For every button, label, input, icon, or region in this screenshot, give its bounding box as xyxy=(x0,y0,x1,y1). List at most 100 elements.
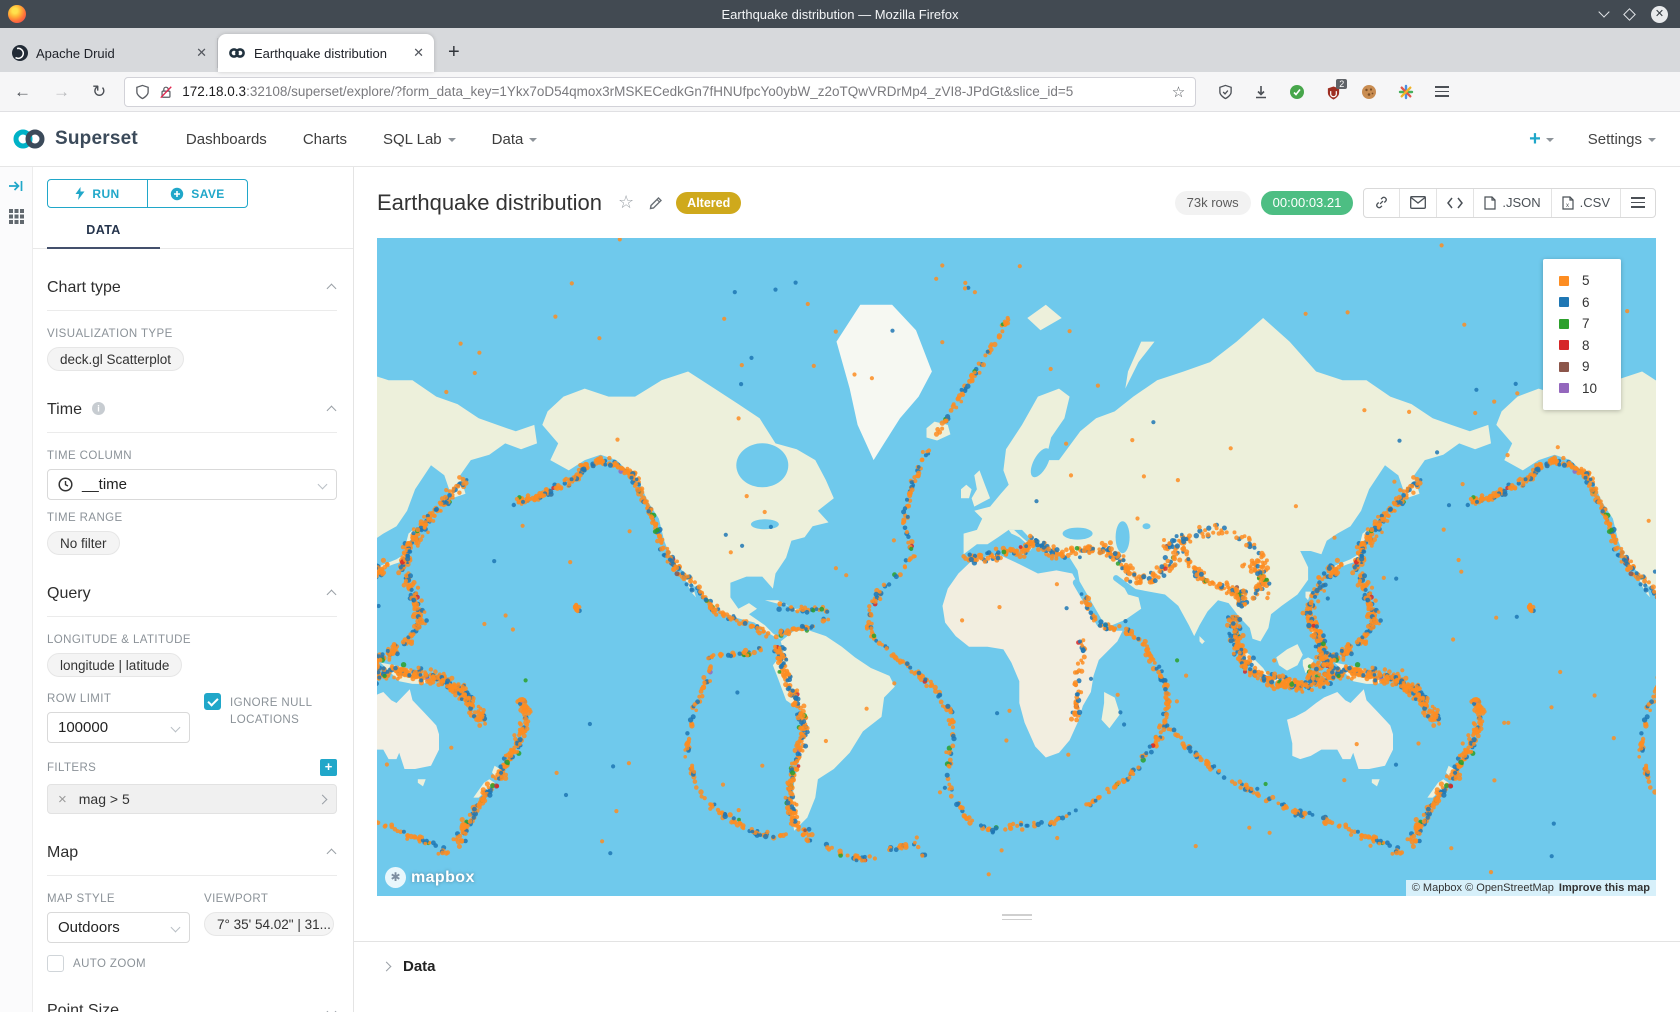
code-icon xyxy=(1447,197,1463,209)
resize-handle[interactable] xyxy=(1002,914,1032,920)
svg-text:x: x xyxy=(1566,203,1569,209)
extension-green-icon[interactable] xyxy=(1289,84,1305,100)
window-titlebar: Earthquake distribution — Mozilla Firefo… xyxy=(0,0,1680,28)
expand-panel-icon[interactable] xyxy=(8,179,24,193)
file-icon: x xyxy=(1562,196,1574,210)
tab-apache-druid[interactable]: Apache Druid ✕ xyxy=(2,38,218,68)
query-timer-badge: 00:00:03.21 xyxy=(1261,191,1354,215)
nav-dashboards[interactable]: Dashboards xyxy=(186,131,267,148)
legend-swatch xyxy=(1559,362,1569,372)
altered-badge[interactable]: Altered xyxy=(676,192,741,214)
auto-zoom-label: AUTO ZOOM xyxy=(73,958,146,970)
row-limit-label: ROW LIMIT xyxy=(47,693,204,705)
section-time[interactable]: Time i xyxy=(47,371,337,433)
map-attribution: © Mapbox © OpenStreetMap Improve this ma… xyxy=(1406,880,1656,896)
email-button[interactable] xyxy=(1400,189,1437,217)
remove-filter-icon[interactable]: × xyxy=(58,791,67,808)
dataset-grid-icon[interactable] xyxy=(9,209,24,224)
legend-label: 9 xyxy=(1582,359,1590,374)
tab-data[interactable]: DATA xyxy=(47,223,160,249)
browser-tabbar: Apache Druid ✕ Earthquake distribution ✕… xyxy=(0,28,1680,72)
downloads-icon[interactable] xyxy=(1254,85,1268,99)
filters-label: FILTERS xyxy=(47,762,96,774)
pinwheel-extension-icon[interactable] xyxy=(1398,84,1414,100)
superset-navbar: Superset Dashboards Charts SQL Lab Data … xyxy=(0,112,1680,167)
copy-link-button[interactable] xyxy=(1364,189,1400,217)
collapse-strip xyxy=(0,167,33,1012)
improve-map-link[interactable]: Improve this map xyxy=(1559,882,1650,894)
tab-close-icon[interactable]: ✕ xyxy=(196,45,207,61)
forward-button[interactable]: → xyxy=(53,82,70,102)
time-range-value[interactable]: No filter xyxy=(47,531,120,555)
reload-button[interactable]: ↻ xyxy=(92,82,106,102)
save-button[interactable]: SAVE xyxy=(148,180,247,207)
mapbox-logo[interactable]: ✱ mapbox xyxy=(385,867,475,888)
filter-chip[interactable]: × mag > 5 xyxy=(47,784,337,814)
url-field[interactable]: 172.18.0.3:32108/superset/explore/?form_… xyxy=(124,77,1196,107)
window-maximize-icon[interactable] xyxy=(1623,8,1636,21)
chevron-right-icon xyxy=(318,794,328,804)
tab-close-icon[interactable]: ✕ xyxy=(413,45,424,61)
druid-favicon xyxy=(12,45,28,61)
legend-swatch xyxy=(1559,340,1569,350)
time-column-select[interactable]: __time xyxy=(47,469,337,500)
section-point-size[interactable]: Point Size xyxy=(47,972,337,1012)
embed-code-button[interactable] xyxy=(1437,189,1474,217)
map-style-select[interactable]: Outdoors xyxy=(47,912,190,943)
ublock-badge: 2 xyxy=(1336,79,1347,89)
export-json-button[interactable]: .JSON xyxy=(1474,189,1551,217)
export-csv-button[interactable]: x .CSV xyxy=(1552,189,1621,217)
map-style-label: MAP STYLE xyxy=(47,893,204,905)
chevron-up-icon xyxy=(327,848,337,858)
mapbox-wordmark: mapbox xyxy=(411,869,475,887)
envelope-icon xyxy=(1410,196,1426,209)
section-chart-type[interactable]: Chart type xyxy=(47,249,337,311)
ignore-null-row[interactable]: IGNORE NULL LOCATIONS xyxy=(204,693,337,729)
auto-zoom-row[interactable]: AUTO ZOOM xyxy=(47,955,337,972)
data-collapse-label: Data xyxy=(403,958,436,975)
chart-menu-button[interactable] xyxy=(1621,189,1655,217)
lonlat-value[interactable]: longitude | latitude xyxy=(47,653,182,677)
ublock-icon[interactable]: 2 xyxy=(1326,85,1340,99)
map-container[interactable]: 5678910 ✱ mapbox © Mapbox © OpenStreetMa… xyxy=(377,238,1656,896)
insecure-lock-icon[interactable] xyxy=(159,84,173,100)
new-tab-button[interactable]: + xyxy=(448,41,460,64)
chevron-up-icon xyxy=(327,405,337,415)
row-limit-select[interactable]: 100000 xyxy=(47,712,190,743)
superset-logo[interactable]: Superset xyxy=(11,126,138,152)
section-map[interactable]: Map xyxy=(47,814,337,876)
bookmark-star-icon[interactable]: ☆ xyxy=(1172,83,1185,101)
nav-charts[interactable]: Charts xyxy=(303,131,347,148)
attribution-text[interactable]: © Mapbox © OpenStreetMap xyxy=(1412,882,1554,894)
data-collapse-row[interactable]: Data xyxy=(383,958,1680,975)
url-text[interactable]: 172.18.0.3:32108/superset/explore/?form_… xyxy=(182,84,1163,99)
section-query[interactable]: Query xyxy=(47,555,337,617)
filter-expression: mag > 5 xyxy=(79,791,130,807)
cookie-extension-icon[interactable] xyxy=(1361,84,1377,100)
viewport-value[interactable]: 7° 35' 54.02" | 31... xyxy=(204,912,334,936)
permissions-shield-icon[interactable] xyxy=(135,84,150,100)
legend-item: 8 xyxy=(1559,337,1621,354)
settings-menu[interactable]: Settings xyxy=(1588,131,1656,148)
ignore-null-checkbox[interactable] xyxy=(204,693,221,710)
viz-type-value[interactable]: deck.gl Scatterplot xyxy=(47,347,184,371)
favorite-star-icon[interactable]: ☆ xyxy=(618,192,634,213)
window-close-icon[interactable]: ✕ xyxy=(1651,6,1668,23)
tab-earthquake-distribution[interactable]: Earthquake distribution ✕ xyxy=(218,34,434,72)
add-new-button[interactable]: + xyxy=(1529,128,1554,151)
edit-properties-icon[interactable] xyxy=(648,195,664,211)
nav-sql-lab[interactable]: SQL Lab xyxy=(383,131,456,148)
back-button[interactable]: ← xyxy=(14,82,31,102)
browser-menu-icon[interactable] xyxy=(1435,86,1449,97)
auto-zoom-checkbox[interactable] xyxy=(47,955,64,972)
nav-data[interactable]: Data xyxy=(492,131,538,148)
map-canvas[interactable] xyxy=(377,238,1656,896)
add-filter-button[interactable]: + xyxy=(320,759,337,776)
chevron-up-icon xyxy=(327,589,337,599)
protections-icon[interactable] xyxy=(1218,84,1233,100)
run-button[interactable]: RUN xyxy=(48,180,148,207)
url-path: :32108/superset/explore/?form_data_key=1… xyxy=(246,84,1073,99)
window-minimize-icon[interactable] xyxy=(1598,6,1609,17)
legend-label: 7 xyxy=(1582,316,1590,331)
browser-toolbar: ← → ↻ 172.18.0.3:32108/superset/explore/… xyxy=(0,72,1680,112)
